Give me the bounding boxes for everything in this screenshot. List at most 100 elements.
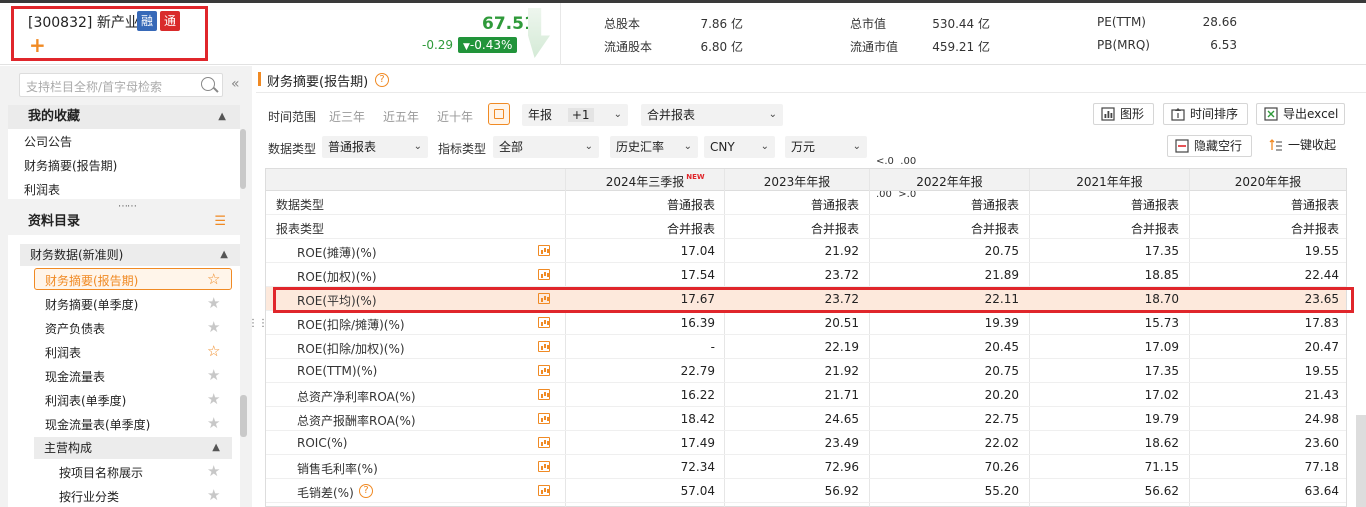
directory-title: 资料目录 (28, 214, 81, 229)
star-icon[interactable]: ☆ (207, 342, 220, 360)
row-label: 总资产净利率ROA(%) (297, 390, 416, 404)
quote-value: 7.86 亿 (700, 17, 743, 31)
group-main-composition[interactable]: 主营构成 ▲ (34, 437, 232, 459)
mini-chart-icon[interactable] (538, 341, 550, 352)
header-divider (560, 3, 561, 65)
table-cell: 普通报表 (810, 198, 859, 212)
star-icon[interactable]: ★ (207, 390, 220, 408)
dir-item-by-industry[interactable]: 按行业分类 (59, 488, 119, 505)
indicator-type-select[interactable]: 全部 ⌄ (493, 136, 599, 158)
dir-item-financial-summary[interactable]: 财务摘要(报告期) (45, 272, 138, 289)
column-header[interactable]: 2020年年报 (1190, 173, 1346, 190)
mini-chart-icon[interactable] (538, 413, 550, 424)
mini-chart-icon[interactable] (538, 485, 550, 496)
dir-item-cash-flow[interactable]: 现金流量表 (45, 368, 105, 385)
group-financial-data[interactable]: 财务数据(新准则) ▲ (20, 244, 240, 266)
stock-code-name[interactable]: [300832] 新产业 (28, 12, 139, 32)
row-label: ROIC(%) (297, 436, 348, 450)
dir-item-by-project[interactable]: 按项目名称展示 (59, 464, 143, 481)
favorites-header[interactable]: 我的收藏 ▲ (8, 105, 240, 129)
star-icon[interactable]: ★ (207, 462, 220, 480)
star-icon[interactable]: ☆ (207, 270, 220, 288)
table-cell: 23.72 (824, 268, 859, 282)
dir-item-balance-sheet[interactable]: 资产负债表 (45, 320, 105, 337)
column-header[interactable]: 2021年年报 (1030, 173, 1189, 190)
dir-item-income-quarterly[interactable]: 利润表(单季度) (45, 392, 126, 409)
mini-chart-icon[interactable] (538, 269, 550, 280)
row-highlight-box (273, 287, 1354, 313)
column-header[interactable]: 2022年年报 (870, 173, 1029, 190)
time-sort-button[interactable]: 时间排序 (1163, 103, 1248, 125)
fav-item-income-statement[interactable]: 利润表 (24, 181, 60, 198)
decimal-decrease[interactable]: <.0 .00 (876, 156, 916, 167)
down-triangle-icon: ▼ (463, 42, 470, 52)
quote-value: 6.53 (1210, 38, 1237, 52)
table-cell: 20.20 (984, 388, 1019, 402)
table-cell: 55.20 (984, 484, 1019, 498)
dir-item-financial-summary-quarterly[interactable]: 财务摘要(单季度) (45, 296, 138, 313)
fx-select[interactable]: 历史汇率 ⌄ (610, 136, 698, 158)
search-placeholder: 支持栏目全称/首字母检索 (26, 80, 163, 94)
star-icon[interactable]: ★ (207, 414, 220, 432)
connect-badge[interactable]: 通 (160, 11, 180, 31)
calendar-icon[interactable] (488, 103, 510, 125)
chevron-up-icon[interactable]: ▲ (218, 105, 226, 129)
directory-scrollbar-thumb[interactable] (240, 395, 247, 437)
mini-chart-icon[interactable] (538, 245, 550, 256)
chevron-up-icon[interactable]: ▲ (220, 244, 228, 266)
table-cell: 17.49 (680, 436, 715, 450)
mini-chart-icon[interactable] (538, 389, 550, 400)
mini-chart-icon[interactable] (538, 317, 550, 328)
favorites-scrollbar[interactable] (240, 129, 246, 189)
help-icon[interactable]: ? (359, 484, 373, 498)
range-5y[interactable]: 近五年 (383, 108, 419, 125)
range-10y[interactable]: 近十年 (437, 108, 473, 125)
star-icon[interactable]: ★ (207, 486, 220, 504)
table-cell: 15.73 (1144, 316, 1179, 330)
change-pct-value: -0.43% (469, 38, 513, 52)
report-scope-select[interactable]: 合并报表 ⌄ (641, 104, 783, 126)
chevron-down-icon: ⌄ (852, 141, 861, 152)
chevron-down-icon: ⌄ (768, 109, 777, 120)
fav-item-announcements[interactable]: 公司公告 (24, 133, 72, 150)
chevron-up-icon[interactable]: ▲ (212, 437, 220, 459)
dir-item-cash-flow-quarterly[interactable]: 现金流量表(单季度) (45, 416, 150, 433)
data-type-select[interactable]: 普通报表 ⌄ (322, 136, 428, 158)
add-favorite-icon[interactable]: + (29, 35, 46, 55)
table-cell: 72.34 (680, 460, 715, 474)
chevron-down-icon: ⌄ (613, 109, 622, 120)
collapse-sidebar-icon[interactable]: « (231, 76, 240, 92)
fav-item-financial-summary[interactable]: 财务摘要(报告期) (24, 157, 117, 174)
column-header[interactable]: 2023年年报 (725, 173, 869, 190)
unit-select[interactable]: 万元 ⌄ (785, 136, 867, 158)
currency-select[interactable]: CNY ⌄ (704, 136, 775, 158)
star-icon[interactable]: ★ (207, 294, 220, 312)
help-icon[interactable]: ? (375, 73, 389, 87)
chart-button[interactable]: 图形 (1093, 103, 1154, 125)
export-excel-button[interactable]: 导出excel (1256, 103, 1345, 125)
range-3y[interactable]: 近三年 (329, 108, 365, 125)
indicator-value: 全部 (499, 140, 524, 154)
star-icon[interactable]: ★ (207, 366, 220, 384)
collapse-all-button[interactable]: 一键收起 (1262, 135, 1345, 157)
search-icon[interactable] (201, 77, 215, 91)
column-header[interactable]: 2024年三季报 NEW (566, 173, 724, 190)
margin-badge[interactable]: 融 (137, 11, 157, 31)
table-cell: 合并报表 (1290, 222, 1339, 236)
table-cell: 合并报表 (810, 222, 859, 236)
mini-chart-icon[interactable] (538, 437, 550, 448)
sort-list-icon[interactable]: ☰ (214, 210, 226, 234)
mini-chart-icon[interactable] (538, 365, 550, 376)
last-price: 67.51 (482, 14, 536, 34)
directory-header[interactable]: 资料目录 ☰ (8, 210, 240, 234)
star-icon[interactable]: ★ (207, 318, 220, 336)
hide-empty-rows-button[interactable]: 隐藏空行 (1167, 135, 1252, 157)
table-scrollbar[interactable] (1356, 415, 1366, 507)
table-cell: 17.02 (1144, 388, 1179, 402)
table-cell: 18.62 (1144, 436, 1179, 450)
dir-item-income-statement[interactable]: 利润表 (45, 344, 81, 361)
table-cell: 21.92 (824, 364, 859, 378)
mini-chart-icon[interactable] (538, 461, 550, 472)
period-select[interactable]: 年报 +1 ⌄ (522, 104, 628, 126)
table-cell: 16.39 (680, 316, 715, 330)
